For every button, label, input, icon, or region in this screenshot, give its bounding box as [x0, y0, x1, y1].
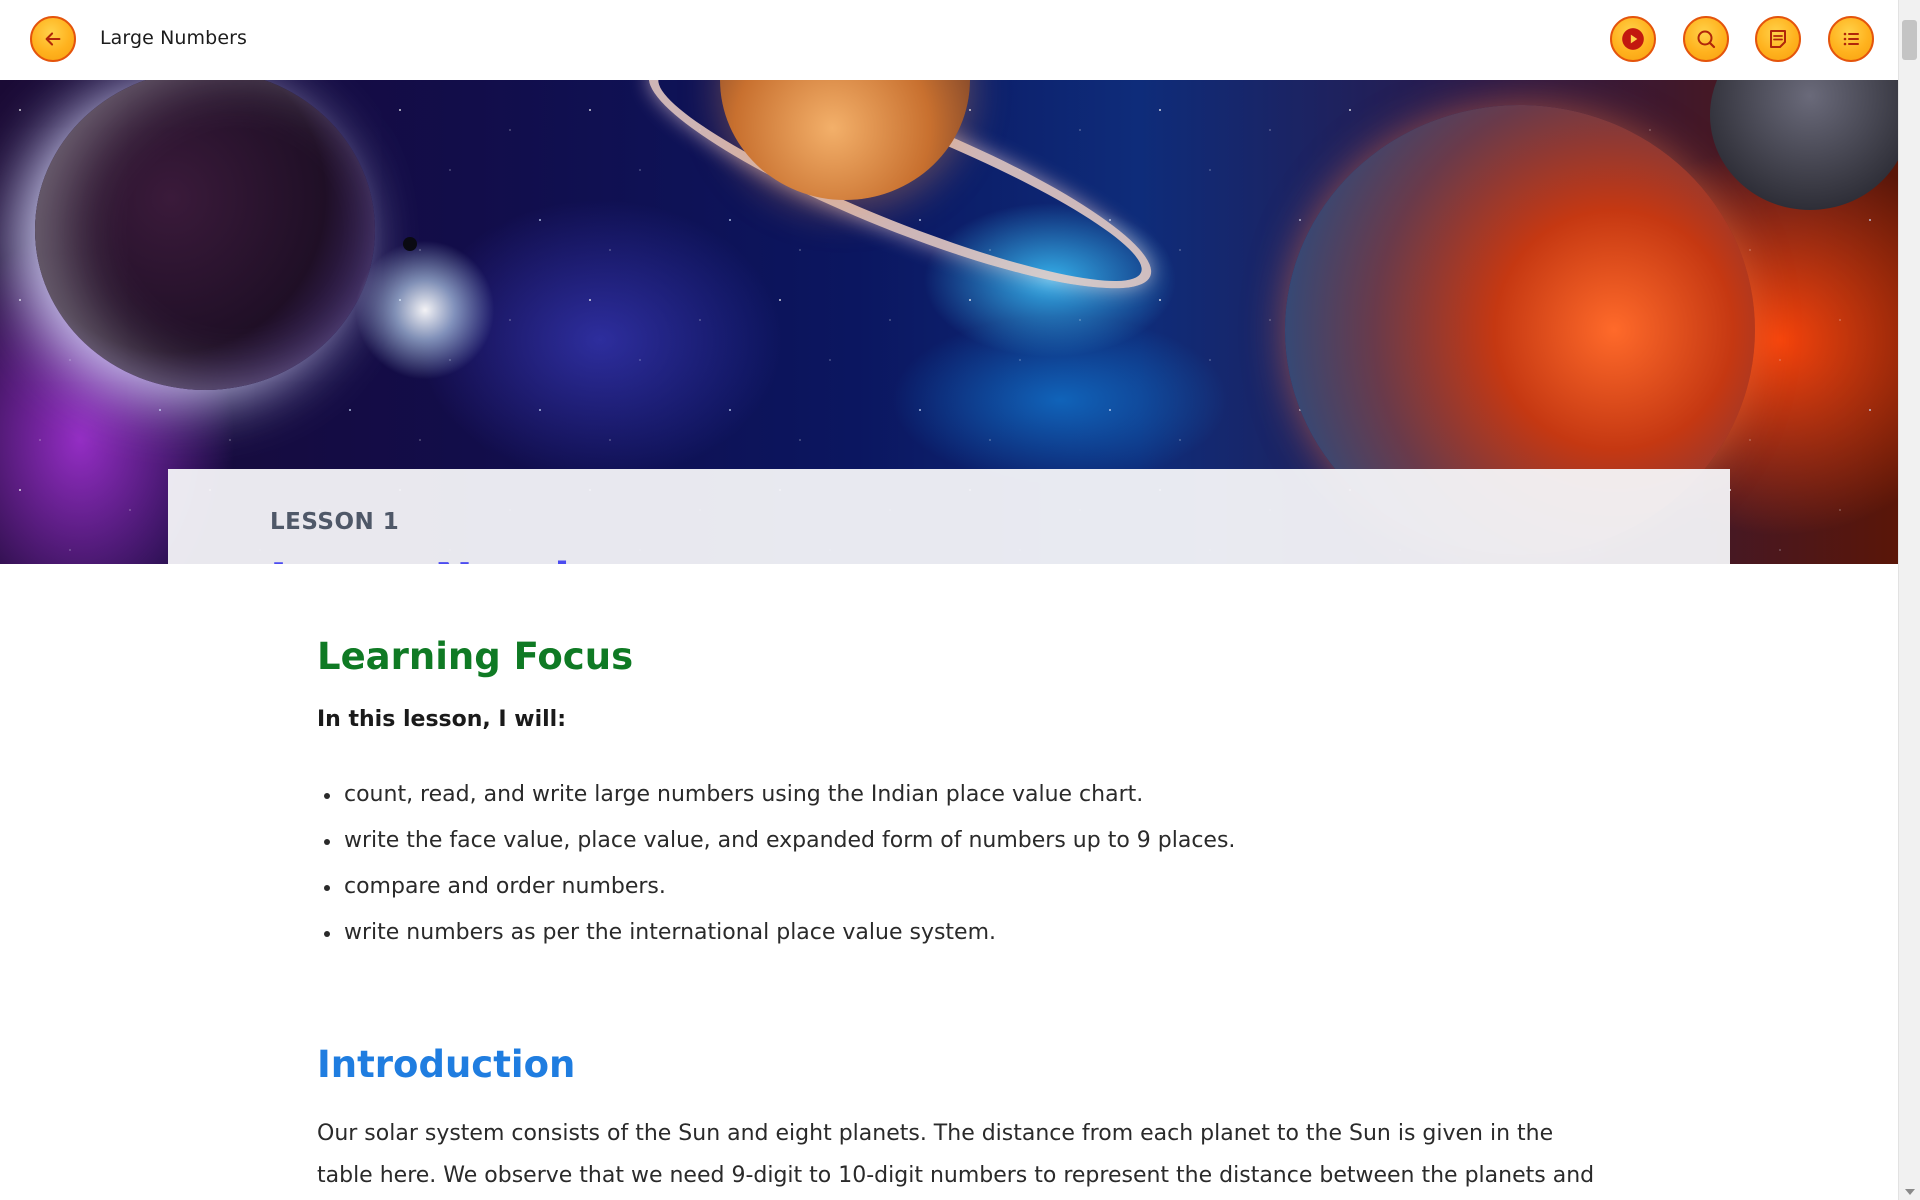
introduction-heading: Introduction: [317, 1043, 576, 1086]
back-button[interactable]: [30, 16, 76, 62]
notes-button[interactable]: [1755, 16, 1801, 62]
light-flare: [355, 240, 495, 380]
search-button[interactable]: [1683, 16, 1729, 62]
list-icon: [1843, 32, 1859, 46]
play-icon: [1622, 28, 1644, 50]
list-item: count, read, and write large numbers usi…: [317, 772, 1235, 818]
moon-illustration: [403, 237, 417, 251]
top-bar: Large Numbers: [0, 0, 1898, 80]
list-item: write numbers as per the international p…: [317, 910, 1235, 956]
scroll-down-arrow-icon[interactable]: [1905, 1189, 1915, 1195]
learning-focus-heading: Learning Focus: [317, 635, 634, 678]
learning-focus-lead: In this lesson, I will:: [317, 707, 567, 732]
search-icon: [1697, 30, 1716, 49]
list-item: compare and order numbers.: [317, 864, 1235, 910]
learning-focus-list: count, read, and write large numbers usi…: [317, 772, 1235, 956]
scrollbar-thumb[interactable]: [1902, 20, 1917, 60]
planet-illustration: [35, 80, 375, 390]
introduction-paragraph: Our solar system consists of the Sun and…: [317, 1121, 1595, 1188]
notes-icon: [1770, 30, 1786, 48]
lesson-title: Large Numbers: [270, 553, 669, 564]
lesson-viewport: Large Numbers LESSON 1 Learning Focus In…: [0, 0, 1898, 1200]
page-title: Large Numbers: [100, 27, 248, 49]
play-button[interactable]: [1610, 16, 1656, 62]
table-of-contents-button[interactable]: [1828, 16, 1874, 62]
lesson-number: LESSON 1: [270, 509, 400, 535]
vertical-scrollbar[interactable]: [1898, 0, 1920, 1200]
arrow-left-icon: [45, 32, 61, 46]
list-item: write the face value, place value, and e…: [317, 818, 1235, 864]
lesson-banner: LESSON 1 Large Numbers: [0, 80, 1898, 564]
lesson-title-card: LESSON 1 Large Numbers: [168, 469, 1730, 564]
